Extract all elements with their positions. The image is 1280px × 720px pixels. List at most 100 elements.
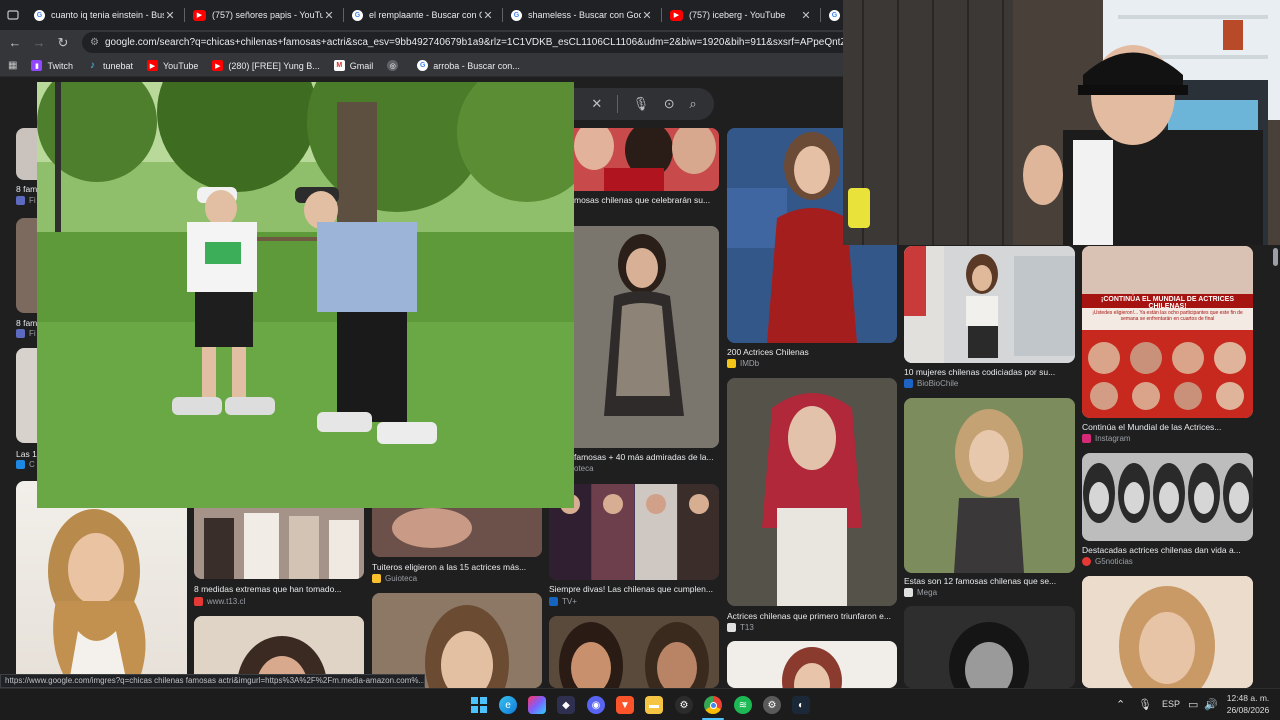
image-preview-overlay[interactable] [37, 82, 574, 508]
browser-tab[interactable]: G [821, 1, 841, 29]
result-image[interactable] [372, 508, 542, 557]
result-image[interactable] [574, 128, 719, 191]
browser-tab[interactable]: G shameless - Buscar con Google ✕ [503, 1, 661, 29]
discord-icon[interactable]: ◉ [587, 696, 605, 714]
bookmark-arroba[interactable]: G arroba - Buscar con... [417, 60, 520, 71]
language-indicator[interactable]: ESP [1162, 699, 1180, 709]
address-bar[interactable]: ⚙ google.com/search?q=chicas+chilenas+fa… [82, 32, 843, 53]
bookmark-globe[interactable]: ◎ [387, 60, 403, 71]
result-image[interactable] [16, 128, 38, 180]
result-caption[interactable]: mosas chilenas que celebrarán su... [574, 195, 719, 205]
chrome-icon[interactable] [704, 696, 722, 714]
instagram-icon [1082, 434, 1091, 443]
result-image[interactable]: ¡CONTINÚA EL MUNDIAL DE ACTRICES CHILENA… [1082, 246, 1253, 418]
reload-icon[interactable]: ↻ [51, 35, 75, 51]
result-image[interactable] [904, 606, 1075, 688]
bookmark-label: YouTube [163, 60, 199, 71]
browser-tab[interactable]: G el remplaante - Buscar con Goo ✕ [344, 1, 502, 29]
site-info-icon[interactable]: ⚙ [90, 37, 99, 48]
browser-tab[interactable]: ▶ (757) señores papis - YouTube ✕ [185, 1, 343, 29]
back-icon[interactable]: ← [3, 35, 27, 50]
bookmark-twitch[interactable]: ▮ Twitch [31, 60, 73, 71]
search-icon[interactable]: ⌕ [689, 96, 696, 112]
mic-tray-icon[interactable]: 🎙 [1138, 698, 1152, 711]
volume-icon[interactable]: 🔊 [1204, 698, 1218, 711]
portrait-photo [904, 398, 1075, 573]
result-image[interactable] [1082, 453, 1253, 541]
source-icon [194, 597, 203, 606]
result-caption[interactable]: 8 fam [16, 184, 38, 194]
result-caption[interactable]: Actrices chilenas que primero triunfaron… [727, 611, 897, 621]
portrait-photo [549, 616, 719, 688]
bookmark-gmail[interactable]: M Gmail [333, 60, 373, 71]
tab-search-button[interactable] [0, 0, 26, 30]
chevron-up-icon[interactable]: ⌃ [1116, 698, 1125, 711]
source-icon [904, 379, 913, 388]
close-tab-icon[interactable]: ✕ [641, 9, 653, 22]
clock-date[interactable]: 26/08/2026 [1222, 705, 1274, 715]
lens-icon[interactable]: ⊙ [664, 96, 675, 112]
result-image[interactable] [549, 484, 719, 580]
clock-time[interactable]: 12:48 a. m. [1222, 693, 1274, 703]
result-caption[interactable]: Destacadas actrices chilenas dan vida a.… [1082, 545, 1253, 555]
vpn-icon[interactable]: ◆ [557, 696, 575, 714]
page-scrollbar[interactable] [1272, 245, 1280, 688]
source-icon [1082, 557, 1091, 566]
result-caption[interactable]: Continúa el Mundial de las Actrices... [1082, 422, 1253, 432]
twitch-icon: ▮ [31, 60, 43, 71]
settings-icon[interactable]: ⚙ [763, 696, 781, 714]
network-icon[interactable]: ▭ [1188, 698, 1198, 711]
result-image[interactable] [16, 348, 38, 443]
result-image[interactable] [904, 398, 1075, 573]
result-image[interactable] [574, 226, 719, 448]
result-caption[interactable]: Estas son 12 famosas chilenas que se... [904, 576, 1075, 586]
bookmark-youtube[interactable]: ▶ YouTube [147, 60, 198, 71]
bookmark-label: Twitch [47, 60, 73, 71]
close-tab-icon[interactable]: ✕ [323, 9, 335, 22]
result-caption[interactable]: 10 mujeres chilenas codiciadas por su... [904, 367, 1075, 377]
bookmark-tunebat[interactable]: ♪ tunebat [87, 60, 133, 71]
result-image[interactable] [16, 481, 187, 688]
spotify-icon[interactable]: ≋ [734, 696, 752, 714]
result-caption[interactable]: Las 1 [16, 449, 38, 459]
result-image[interactable] [194, 508, 364, 579]
forward-icon[interactable]: → [27, 35, 51, 50]
google-icon: G [511, 9, 522, 21]
browser-tab[interactable]: ▶ (757) iceberg - YouTube ✕ [662, 1, 820, 29]
result-image[interactable] [1082, 576, 1253, 688]
mic-icon[interactable]: 🎙 [633, 96, 650, 112]
search-bar[interactable]: ✕ 🎙 ⊙ ⌕ [574, 88, 714, 120]
scrollbar-thumb[interactable] [1273, 248, 1278, 266]
bookmark-youtube-video[interactable]: ▶ (280) [FREE] Yung B... [212, 60, 320, 71]
tool-icon[interactable]: ⚙ [675, 696, 693, 714]
result-image[interactable] [904, 246, 1075, 363]
result-caption[interactable]: 8 medidas extremas que han tomado... [194, 584, 364, 594]
close-icon[interactable]: ✕ [591, 96, 602, 112]
result-image[interactable] [727, 378, 897, 606]
result-image[interactable] [549, 616, 719, 688]
park-photo [37, 82, 574, 508]
windows-start-icon[interactable] [470, 696, 488, 714]
result-source: Mega [904, 588, 937, 597]
copilot-icon[interactable] [528, 696, 546, 714]
close-tab-icon[interactable]: ✕ [482, 9, 494, 22]
brave-icon[interactable]: ▼ [616, 696, 634, 714]
result-source: G5noticias [1082, 557, 1133, 566]
close-tab-icon[interactable]: ✕ [164, 9, 176, 22]
youtube-icon: ▶ [670, 9, 683, 21]
google-icon: G [417, 60, 429, 71]
files-icon[interactable]: ▬ [645, 696, 663, 714]
apps-grid-icon[interactable]: ▦ [8, 60, 17, 71]
close-tab-icon[interactable]: ✕ [800, 9, 812, 22]
steam-icon[interactable]: ◐ [792, 696, 810, 714]
result-caption[interactable]: Siempre divas! Las chilenas que cumplen.… [549, 584, 719, 594]
result-caption[interactable]: famosas + 40 más admiradas de la... [574, 452, 719, 462]
result-caption[interactable]: Tuiteros eligieron a las 15 actrices más… [372, 562, 542, 572]
result-caption[interactable]: 8 fam [16, 318, 38, 328]
result-image[interactable] [16, 218, 38, 313]
edge-icon[interactable]: e [499, 696, 517, 714]
browser-tab[interactable]: G cuanto iq tenia einstein - Busca ✕ [26, 1, 184, 29]
tab-title: (757) señores papis - YouTube [212, 10, 323, 20]
result-image[interactable] [727, 641, 897, 688]
result-caption[interactable]: 200 Actrices Chilenas [727, 347, 897, 357]
